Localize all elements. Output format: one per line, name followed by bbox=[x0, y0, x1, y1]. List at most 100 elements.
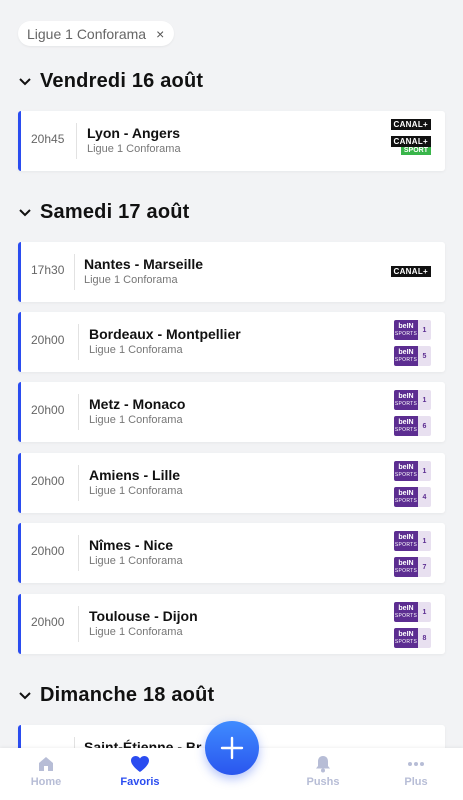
heart-icon bbox=[131, 756, 149, 772]
bein-text: beIN bbox=[398, 419, 414, 426]
card-accent-bar bbox=[18, 242, 21, 302]
match-teams: Amiens - Lille bbox=[89, 467, 181, 483]
match-card-metz-monaco[interactable]: 20h00 Metz - Monaco Ligue 1 Conforama be… bbox=[18, 382, 445, 442]
nav-item-home[interactable]: Home bbox=[16, 755, 76, 788]
bein-text: beIN bbox=[398, 560, 414, 567]
match-card-bordeaux-montpellier[interactable]: 20h00 Bordeaux - Montpellier Ligue 1 Con… bbox=[18, 312, 445, 372]
channel-list: beIN SPORTS 1 beIN SPORTS 6 bbox=[394, 390, 431, 436]
filter-chip-ligue1[interactable]: Ligue 1 Conforama × bbox=[18, 21, 175, 46]
day-title: Samedi 17 août bbox=[40, 201, 190, 223]
match-competition: Ligue 1 Conforama bbox=[89, 485, 183, 497]
bein-text: beIN bbox=[398, 490, 414, 497]
channel-number: 5 bbox=[418, 346, 431, 366]
bein-sports-logo: beIN SPORTS 4 bbox=[394, 487, 431, 507]
chevron-down-icon bbox=[18, 689, 32, 703]
match-competition: Ligue 1 Conforama bbox=[89, 414, 183, 426]
bein-sports-logo: beIN SPORTS 1 bbox=[394, 320, 431, 340]
bein-text: beIN bbox=[398, 534, 414, 541]
bein-sports-logo: beIN SPORTS 1 bbox=[394, 390, 431, 410]
match-time: 20h00 bbox=[31, 474, 65, 488]
sports-text: SPORTS bbox=[394, 639, 418, 645]
divider bbox=[78, 535, 79, 571]
match-card-amiens-lille[interactable]: 20h00 Amiens - Lille Ligue 1 Conforama b… bbox=[18, 453, 445, 513]
match-time: 20h00 bbox=[31, 403, 65, 417]
bein-text: beIN bbox=[398, 631, 414, 638]
day-header-dimanche[interactable]: Dimanche 18 août bbox=[18, 684, 214, 707]
match-competition: Ligue 1 Conforama bbox=[89, 555, 183, 567]
divider bbox=[78, 606, 79, 642]
match-card-nimes-nice[interactable]: 20h00 Nîmes - Nice Ligue 1 Conforama beI… bbox=[18, 523, 445, 583]
nav-label: Favoris bbox=[120, 776, 160, 788]
sports-text: SPORTS bbox=[394, 401, 418, 407]
close-icon[interactable]: × bbox=[156, 26, 164, 42]
canal-plus-logo: CANAL+ bbox=[390, 119, 431, 130]
day-header-samedi[interactable]: Samedi 17 août bbox=[18, 201, 190, 224]
bein-text: beIN bbox=[398, 393, 414, 400]
filter-chip-label: Ligue 1 Conforama bbox=[27, 25, 147, 42]
channel-list: beIN SPORTS 1 beIN SPORTS 7 bbox=[394, 531, 431, 577]
canal-plus-sport-logo: CANAL+ SPORT bbox=[390, 136, 431, 155]
nav-item-favoris[interactable]: Favoris bbox=[110, 755, 170, 788]
sports-text: SPORTS bbox=[394, 427, 418, 433]
bell-icon bbox=[316, 756, 330, 773]
match-teams: Lyon - Angers bbox=[87, 125, 181, 141]
bein-sports-logo: beIN SPORTS 1 bbox=[394, 531, 431, 551]
canal-plus-text: CANAL+ bbox=[390, 136, 431, 147]
bein-text: beIN bbox=[398, 605, 414, 612]
day-title: Dimanche 18 août bbox=[40, 684, 215, 706]
sports-text: SPORTS bbox=[394, 472, 418, 478]
divider bbox=[78, 324, 79, 360]
plus-icon bbox=[220, 736, 244, 760]
match-card-lyon-angers[interactable]: 20h45 Lyon - Angers Ligue 1 Conforama CA… bbox=[18, 111, 445, 171]
canal-plus-logo: CANAL+ bbox=[390, 266, 431, 277]
channel-number: 1 bbox=[418, 461, 431, 481]
match-teams: Metz - Monaco bbox=[89, 396, 186, 412]
match-competition: Ligue 1 Conforama bbox=[89, 344, 183, 356]
channel-list: beIN SPORTS 1 beIN SPORTS 5 bbox=[394, 320, 431, 366]
channel-number: 1 bbox=[418, 390, 431, 410]
sports-text: SPORTS bbox=[394, 568, 418, 574]
match-time: 20h45 bbox=[31, 132, 65, 146]
bein-text: beIN bbox=[398, 464, 414, 471]
add-button[interactable] bbox=[205, 721, 259, 775]
channel-number: 6 bbox=[418, 416, 431, 436]
match-competition: Ligue 1 Conforama bbox=[89, 626, 183, 638]
match-time: 17h30 bbox=[31, 263, 65, 277]
card-accent-bar bbox=[18, 382, 21, 442]
sport-text: SPORT bbox=[400, 147, 431, 155]
divider bbox=[74, 254, 75, 290]
day-header-vendredi[interactable]: Vendredi 16 août bbox=[18, 70, 203, 93]
card-accent-bar bbox=[18, 111, 21, 171]
nav-label: Home bbox=[30, 776, 62, 788]
sports-text: SPORTS bbox=[394, 357, 418, 363]
channel-number: 7 bbox=[418, 557, 431, 577]
match-card-nantes-marseille[interactable]: 17h30 Nantes - Marseille Ligue 1 Confora… bbox=[18, 242, 445, 302]
bein-sports-logo: beIN SPORTS 1 bbox=[394, 602, 431, 622]
day-title: Vendredi 16 août bbox=[40, 70, 204, 92]
card-accent-bar bbox=[18, 523, 21, 583]
channel-number: 1 bbox=[418, 531, 431, 551]
chevron-down-icon bbox=[18, 75, 32, 89]
channel-number: 8 bbox=[418, 628, 431, 648]
channel-list: CANAL+ CANAL+ SPORT bbox=[390, 119, 431, 155]
nav-item-pushs[interactable]: Pushs bbox=[293, 755, 353, 788]
bein-text: beIN bbox=[398, 323, 414, 330]
match-teams: Nîmes - Nice bbox=[89, 537, 174, 553]
bein-text: beIN bbox=[398, 349, 414, 356]
match-card-toulouse-dijon[interactable]: 20h00 Toulouse - Dijon Ligue 1 Conforama… bbox=[18, 594, 445, 654]
sports-text: SPORTS bbox=[394, 498, 418, 504]
match-time: 20h00 bbox=[31, 333, 65, 347]
sports-text: SPORTS bbox=[394, 542, 418, 548]
nav-item-plus[interactable]: Plus bbox=[386, 755, 446, 788]
match-competition: Ligue 1 Conforama bbox=[84, 274, 178, 286]
home-icon bbox=[39, 757, 53, 771]
channel-number: 1 bbox=[418, 320, 431, 340]
divider bbox=[78, 465, 79, 501]
nav-label: Plus bbox=[404, 776, 428, 788]
match-time: 20h00 bbox=[31, 615, 65, 629]
chevron-down-icon bbox=[18, 206, 32, 220]
match-teams: Nantes - Marseille bbox=[84, 256, 204, 272]
bein-sports-logo: beIN SPORTS 7 bbox=[394, 557, 431, 577]
sports-text: SPORTS bbox=[394, 331, 418, 337]
match-teams: Bordeaux - Montpellier bbox=[89, 326, 241, 342]
